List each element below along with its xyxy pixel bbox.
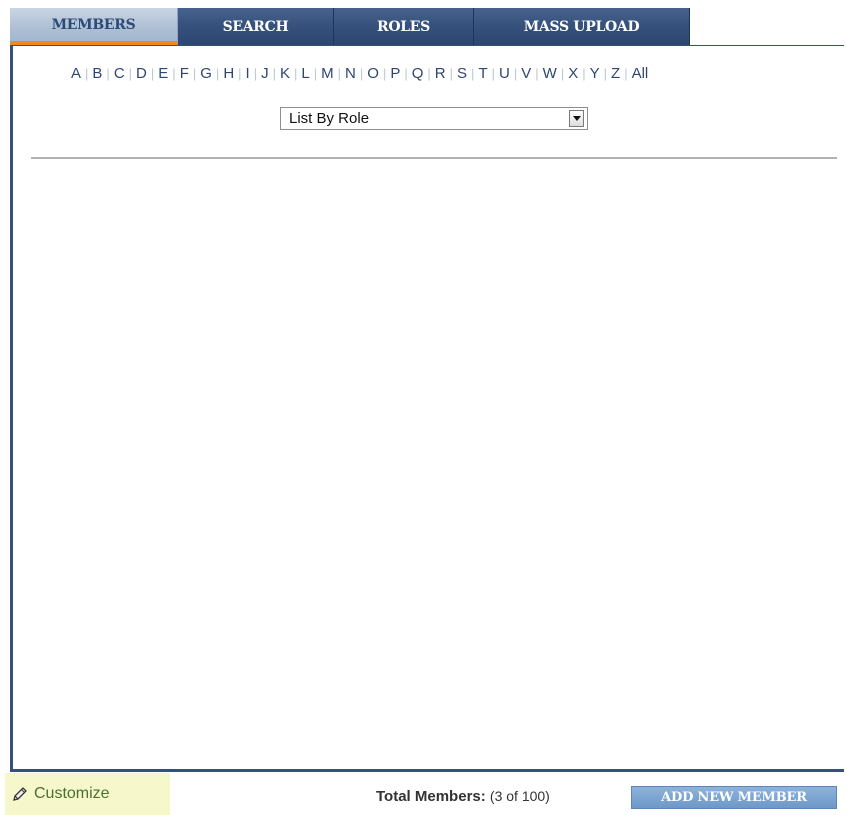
alphabet-link-k[interactable]: K <box>276 65 294 82</box>
alphabet-link-a[interactable]: A <box>71 65 85 82</box>
alphabet-link-l[interactable]: L <box>297 65 313 82</box>
alphabet-link-b[interactable]: B <box>88 65 106 82</box>
alphabet-filter: A | B | C | D | E | F | G | H | I | J | K | L | M | N | O | P | Q | R | S | T |… <box>71 63 811 83</box>
tab-search[interactable]: SEARCH <box>178 8 334 45</box>
total-members-label: Total Members: <box>376 788 486 805</box>
tab-mass-upload[interactable]: MASS UPLOAD <box>474 8 690 45</box>
alphabet-link-d[interactable]: D <box>132 65 151 82</box>
alphabet-link-f[interactable]: F <box>176 65 193 82</box>
alphabet-link-z[interactable]: Z <box>607 65 624 82</box>
alphabet-link-w[interactable]: W <box>539 65 561 82</box>
alphabet-link-n[interactable]: N <box>341 65 360 82</box>
pencil-icon <box>13 787 27 801</box>
alphabet-link-x[interactable]: X <box>564 65 582 82</box>
total-members-count: (3 of 100) <box>489 788 550 804</box>
list-by-select[interactable]: List By Role <box>280 107 588 130</box>
alphabet-link-o[interactable]: O <box>363 65 383 82</box>
alphabet-link-t[interactable]: T <box>474 65 491 82</box>
alphabet-link-h[interactable]: H <box>219 65 238 82</box>
alphabet-link-r[interactable]: R <box>431 65 450 82</box>
tab-bar: MEMBERS SEARCH ROLES MASS UPLOAD <box>10 8 690 45</box>
alphabet-link-m[interactable]: M <box>317 65 338 82</box>
divider <box>31 157 837 159</box>
customize-label: Customize <box>34 785 110 802</box>
tab-roles[interactable]: ROLES <box>334 8 474 45</box>
total-members: Total Members: (3 of 100) <box>376 788 550 805</box>
alphabet-link-p[interactable]: P <box>386 65 404 82</box>
list-by-select-value: List By Role <box>289 110 370 127</box>
alphabet-link-c[interactable]: C <box>110 65 129 82</box>
tab-members[interactable]: MEMBERS <box>10 8 178 45</box>
alphabet-link-j[interactable]: J <box>257 65 273 82</box>
alphabet-link-g[interactable]: G <box>196 65 216 82</box>
alphabet-link-v[interactable]: V <box>517 65 535 82</box>
alphabet-link-u[interactable]: U <box>495 65 514 82</box>
alphabet-link-y[interactable]: Y <box>586 65 604 82</box>
alphabet-link-all[interactable]: All <box>628 65 653 82</box>
members-panel: A | B | C | D | E | F | G | H | I | J | K | L | M | N | O | P | Q | R | S | T |… <box>10 45 844 772</box>
alphabet-link-q[interactable]: Q <box>408 65 428 82</box>
add-new-member-button[interactable]: ADD NEW MEMBER <box>631 786 837 809</box>
chevron-down-icon[interactable] <box>569 110 584 127</box>
alphabet-link-i[interactable]: I <box>242 65 254 82</box>
alphabet-link-e[interactable]: E <box>154 65 172 82</box>
alphabet-link-s[interactable]: S <box>453 65 471 82</box>
customize-button[interactable]: Customize <box>5 773 170 815</box>
